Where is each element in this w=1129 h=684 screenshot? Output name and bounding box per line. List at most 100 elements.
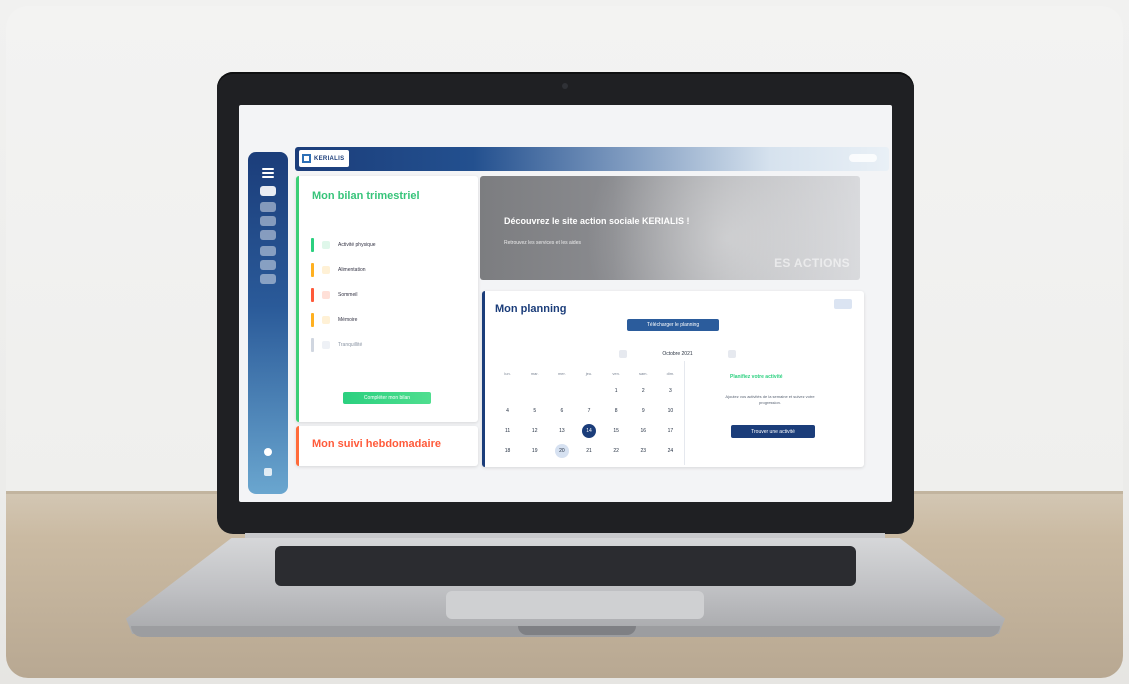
calendar-week-row: 18 19 20 21 22 23 24 — [494, 441, 684, 461]
weekly-follow-up-card: Mon suivi hebdomadaire — [296, 426, 478, 466]
calendar-day[interactable]: 10 — [657, 401, 684, 421]
calendar-month: Octobre 2021 — [662, 351, 693, 357]
weekday-label: jeu. — [585, 371, 593, 376]
calendar-day-selected[interactable]: 20 — [548, 441, 575, 461]
weekday-label: ven. — [612, 371, 620, 376]
calendar-day[interactable]: 17 — [657, 421, 684, 441]
food-icon — [322, 266, 330, 274]
chevron-right-icon[interactable] — [728, 350, 736, 358]
sidebar-item-dashboard[interactable] — [260, 202, 276, 212]
bilan-item-label: Tranquillité — [338, 342, 363, 348]
photo-frame: KERIALIS Mon bilan trimestriel Activité … — [6, 6, 1123, 678]
calendar-day-number: 14 — [586, 428, 592, 434]
status-bar — [311, 338, 314, 352]
calendar-icon[interactable] — [834, 299, 852, 309]
calendar-grid: lun. mar. mer. jeu. ven. sam. dim. 1 2 3… — [494, 369, 684, 461]
app-sidebar — [248, 152, 288, 494]
brain-icon — [322, 316, 330, 324]
find-activity-button[interactable]: Trouver une activité — [731, 425, 815, 438]
sidebar-item-settings[interactable] — [260, 274, 276, 284]
bilan-item[interactable]: Sommeil — [311, 288, 357, 302]
calendar-day — [548, 381, 575, 401]
calendar-day — [521, 381, 548, 401]
calendar-week-row: 1 2 3 — [494, 381, 684, 401]
calendar-week-row: 11 12 13 14 15 16 17 — [494, 421, 684, 441]
calendar-day[interactable]: 13 — [548, 421, 575, 441]
card-title: Mon bilan trimestriel — [312, 190, 420, 202]
status-bar — [311, 263, 314, 277]
weekday-label: lun. — [504, 371, 511, 376]
top-bar: KERIALIS — [295, 147, 889, 171]
calendar-day[interactable]: 24 — [657, 441, 684, 461]
sidebar-item-activities[interactable] — [260, 246, 276, 256]
brand-name: KERIALIS — [314, 155, 345, 162]
card-title: Mon suivi hebdomadaire — [312, 438, 441, 450]
keyboard — [275, 546, 856, 586]
banner-subtitle: Retrouvez les services et les aides — [504, 240, 581, 246]
side-pane-title: Planifiez votre activité — [730, 374, 783, 380]
banner-title: Découvrez le site action sociale KERIALI… — [504, 216, 690, 226]
running-icon — [322, 241, 330, 249]
status-bar — [311, 288, 314, 302]
promo-banner[interactable]: Découvrez le site action sociale KERIALI… — [480, 176, 860, 280]
calendar-day[interactable]: 12 — [521, 421, 548, 441]
calendar-day[interactable]: 21 — [575, 441, 602, 461]
planning-card: Mon planning Télécharger le planning Oct… — [482, 291, 864, 467]
calendar-day[interactable]: 23 — [630, 441, 657, 461]
side-pane-text: Ajoutez vos activités de la semaine et s… — [725, 394, 815, 405]
chevron-left-icon[interactable] — [619, 350, 627, 358]
calendar-day-number: 20 — [559, 448, 565, 454]
bilan-item-label: Sommeil — [338, 292, 358, 298]
sidebar-item-messages[interactable] — [260, 260, 276, 270]
bilan-item-label: Mémoire — [338, 317, 358, 323]
calendar-day[interactable]: 2 — [630, 381, 657, 401]
status-bar — [311, 238, 314, 252]
planning-side-pane: Planifiez votre activité Ajoutez vos act… — [684, 361, 855, 465]
bilan-item[interactable]: Mémoire — [311, 313, 357, 327]
bilan-item-label: Activité physique — [338, 242, 376, 248]
calendar-day[interactable]: 8 — [603, 401, 630, 421]
webcam-icon — [562, 83, 568, 89]
home-icon[interactable] — [260, 186, 276, 196]
bilan-item[interactable]: Activité physique — [311, 238, 376, 252]
quarterly-assessment-card: Mon bilan trimestriel Activité physique … — [296, 176, 478, 422]
calendar-day[interactable]: 16 — [630, 421, 657, 441]
calendar-nav: Octobre 2021 — [619, 349, 736, 359]
calendar-day[interactable]: 4 — [494, 401, 521, 421]
calendar-weekdays: lun. mar. mer. jeu. ven. sam. dim. — [494, 369, 684, 381]
menu-icon[interactable] — [262, 166, 274, 178]
weekday-label: dim. — [666, 371, 675, 376]
calendar-day[interactable]: 5 — [521, 401, 548, 421]
calendar-day[interactable]: 7 — [575, 401, 602, 421]
calendar-day[interactable]: 1 — [603, 381, 630, 401]
banner-watermark: ES ACTIONS — [774, 256, 850, 270]
bilan-item[interactable]: Alimentation — [311, 263, 366, 277]
calendar-day[interactable]: 22 — [603, 441, 630, 461]
calendar-day[interactable]: 11 — [494, 421, 521, 441]
cloud-icon — [322, 341, 330, 349]
complete-assessment-button[interactable]: Compléter mon bilan — [343, 392, 431, 404]
calendar-day[interactable]: 19 — [521, 441, 548, 461]
moon-icon — [322, 291, 330, 299]
calendar-day-today[interactable]: 14 — [575, 421, 602, 441]
bilan-item-label: Alimentation — [338, 267, 366, 273]
user-menu[interactable] — [849, 154, 877, 162]
download-planning-button[interactable]: Télécharger le planning — [627, 319, 719, 331]
status-bar — [311, 313, 314, 327]
calendar-day[interactable]: 15 — [603, 421, 630, 441]
sidebar-item-planning[interactable] — [260, 216, 276, 226]
calendar-day[interactable]: 6 — [548, 401, 575, 421]
brand-logo[interactable]: KERIALIS — [299, 150, 349, 167]
calendar-day[interactable]: 18 — [494, 441, 521, 461]
sidebar-item-bilan[interactable] — [260, 230, 276, 240]
brand-mark-icon — [302, 154, 311, 163]
weekday-label: sam. — [638, 371, 648, 376]
logout-icon[interactable] — [264, 468, 272, 476]
calendar-day[interactable]: 9 — [630, 401, 657, 421]
calendar-day[interactable]: 3 — [657, 381, 684, 401]
calendar-day — [494, 381, 521, 401]
profile-icon[interactable] — [264, 448, 272, 456]
card-title: Mon planning — [495, 303, 567, 315]
laptop-lid: KERIALIS Mon bilan trimestriel Activité … — [217, 72, 914, 534]
bilan-item[interactable]: Tranquillité — [311, 338, 362, 352]
